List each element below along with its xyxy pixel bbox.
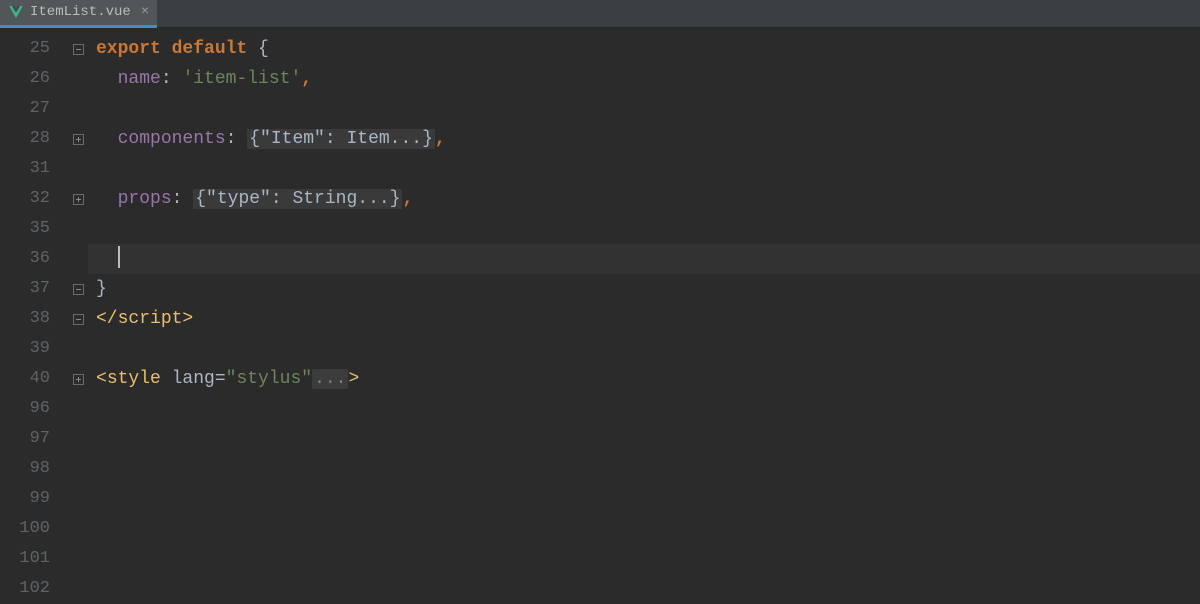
fold-column — [68, 28, 88, 600]
line-number: 99 — [0, 484, 68, 514]
code-line: props: {"type": String...}, — [88, 184, 1200, 214]
line-number: 37 — [0, 274, 68, 304]
fold-toggle[interactable] — [68, 304, 88, 334]
code-line: components: {"Item": Item...}, — [88, 124, 1200, 154]
code-line: <style lang="stylus"...> — [88, 364, 1200, 394]
fold-toggle[interactable] — [68, 184, 88, 214]
line-number: 98 — [0, 454, 68, 484]
code-area[interactable]: export default { name: 'item-list', comp… — [88, 28, 1200, 600]
code-line — [88, 94, 1200, 124]
code-line — [88, 394, 1200, 424]
code-line — [88, 424, 1200, 454]
line-number: 26 — [0, 64, 68, 94]
tab-bar: ItemList.vue × — [0, 0, 1200, 28]
tab-filename: ItemList.vue — [30, 4, 131, 20]
gutter: 25 26 27 28 31 32 35 36 37 38 39 40 96 9… — [0, 28, 68, 600]
line-number: 96 — [0, 394, 68, 424]
code-line — [88, 334, 1200, 364]
file-tab[interactable]: ItemList.vue × — [0, 0, 157, 28]
line-number: 35 — [0, 214, 68, 244]
code-line — [88, 454, 1200, 484]
code-line: </script> — [88, 304, 1200, 334]
line-number: 39 — [0, 334, 68, 364]
code-line: export default { — [88, 34, 1200, 64]
line-number: 101 — [0, 544, 68, 574]
code-line — [88, 154, 1200, 184]
fold-toggle[interactable] — [68, 34, 88, 64]
line-number: 97 — [0, 424, 68, 454]
line-number: 38 — [0, 304, 68, 334]
line-number: 25 — [0, 34, 68, 64]
fold-toggle[interactable] — [68, 364, 88, 394]
code-line: } — [88, 274, 1200, 304]
code-line: name: 'item-list', — [88, 64, 1200, 94]
editor: 25 26 27 28 31 32 35 36 37 38 39 40 96 9… — [0, 28, 1200, 600]
line-number: 100 — [0, 514, 68, 544]
text-cursor — [118, 246, 120, 268]
close-icon[interactable]: × — [141, 4, 149, 20]
fold-toggle[interactable] — [68, 124, 88, 154]
line-number: 31 — [0, 154, 68, 184]
code-line — [88, 484, 1200, 514]
line-number: 32 — [0, 184, 68, 214]
line-number: 36 — [0, 244, 68, 274]
code-line — [88, 214, 1200, 244]
vue-icon — [8, 4, 24, 20]
code-line — [88, 514, 1200, 544]
fold-toggle[interactable] — [68, 274, 88, 304]
line-number: 27 — [0, 94, 68, 124]
line-number: 40 — [0, 364, 68, 394]
code-line-current — [88, 244, 1200, 274]
line-number: 28 — [0, 124, 68, 154]
code-line — [88, 544, 1200, 574]
